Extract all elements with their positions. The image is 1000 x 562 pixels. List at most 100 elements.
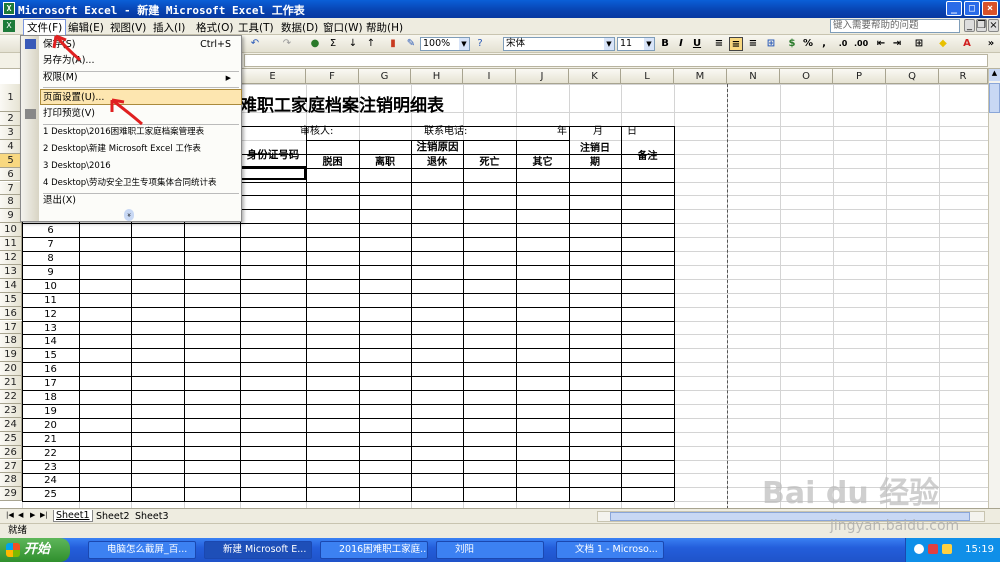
row-header[interactable]: 7 <box>0 181 22 196</box>
menu-window[interactable]: 窗口(W) <box>323 20 363 35</box>
doc-close-button[interactable]: × <box>988 19 999 32</box>
menu-tools[interactable]: 工具(T) <box>238 20 274 35</box>
menu-help[interactable]: 帮助(H) <box>366 20 403 35</box>
vertical-scrollbar[interactable]: ▲ <box>988 69 1000 508</box>
prev-sheet-icon[interactable]: ◀ <box>16 511 25 519</box>
row-header[interactable]: 9 <box>0 209 22 224</box>
font-name-select[interactable]: 宋体 ▼ <box>503 37 615 51</box>
row-header[interactable]: 25 <box>0 431 22 446</box>
font-color-icon[interactable]: A <box>960 37 974 51</box>
row-header[interactable]: 6 <box>0 167 22 182</box>
task-word[interactable]: 文档 1 - Microso... <box>556 541 664 559</box>
column-header[interactable]: N <box>727 69 780 84</box>
italic-button[interactable]: I <box>674 37 688 51</box>
decrease-indent-icon[interactable]: ⇤ <box>874 37 888 51</box>
merge-center-icon[interactable]: ⊞ <box>764 37 778 51</box>
increase-indent-icon[interactable]: ⇥ <box>890 37 904 51</box>
excel-app-icon[interactable]: X <box>3 2 15 15</box>
row-header[interactable]: 2 <box>0 112 22 126</box>
align-center-icon[interactable]: ≡ <box>729 37 743 51</box>
row-header[interactable]: 16 <box>0 306 22 321</box>
row-header[interactable]: 24 <box>0 417 22 432</box>
sort-ascending-icon[interactable]: ↓ <box>346 37 360 51</box>
help-search-input[interactable]: 键入需要帮助的问题 <box>830 19 960 33</box>
row-header[interactable]: 20 <box>0 362 22 377</box>
task-browser[interactable]: 电脑怎么截屏_百... <box>88 541 196 559</box>
menu-data[interactable]: 数据(D) <box>281 20 318 35</box>
row-header[interactable]: 28 <box>0 473 22 488</box>
row-header[interactable]: 3 <box>0 125 22 140</box>
menu-item-recent-3[interactable]: 3 Desktop\2016 <box>41 158 241 174</box>
workbook-icon[interactable]: X <box>3 20 15 32</box>
decrease-decimal-icon[interactable]: .00 <box>854 37 868 51</box>
percent-button[interactable]: % <box>801 37 815 51</box>
font-size-select[interactable]: 11 ▼ <box>617 37 655 51</box>
row-header[interactable]: 15 <box>0 292 22 307</box>
row-header[interactable]: 12 <box>0 251 22 265</box>
row-header[interactable]: 18 <box>0 334 22 349</box>
task-folder[interactable]: 刘阳 <box>436 541 544 559</box>
minimize-button[interactable]: _ <box>946 1 962 16</box>
row-header[interactable]: 21 <box>0 376 22 390</box>
drawing-icon[interactable]: ✎ <box>404 37 418 51</box>
row-header[interactable]: 10 <box>0 223 22 238</box>
last-sheet-icon[interactable]: ▶| <box>38 511 50 519</box>
tab-sheet3[interactable]: Sheet3 <box>133 511 171 522</box>
task-excel-2016[interactable]: 2016困难职工家庭... <box>320 541 428 559</box>
tab-sheet2[interactable]: Sheet2 <box>94 511 132 522</box>
row-header[interactable]: 8 <box>0 195 22 210</box>
task-excel-new[interactable]: 新建 Microsoft E... <box>204 541 312 559</box>
column-header[interactable]: E <box>240 69 306 84</box>
row-header[interactable]: 27 <box>0 459 22 474</box>
column-header[interactable]: L <box>621 69 674 84</box>
bold-button[interactable]: B <box>658 37 672 51</box>
menu-insert[interactable]: 插入(I) <box>153 20 185 35</box>
row-header[interactable]: 5 <box>0 153 22 168</box>
start-button[interactable]: 开始 <box>0 538 70 562</box>
doc-minimize-button[interactable]: _ <box>964 19 975 32</box>
expand-menu-icon[interactable]: » <box>124 209 134 221</box>
tab-sheet1[interactable]: Sheet1 <box>53 510 93 522</box>
zoom-select[interactable]: 100% ▼ <box>420 37 470 51</box>
column-header[interactable]: Q <box>886 69 939 84</box>
scroll-up-icon[interactable]: ▲ <box>989 69 1000 81</box>
row-header[interactable]: 13 <box>0 264 22 279</box>
column-header[interactable]: H <box>411 69 463 84</box>
align-right-icon[interactable]: ≡ <box>746 37 760 51</box>
row-header[interactable]: 4 <box>0 139 22 154</box>
row-header[interactable]: 22 <box>0 390 22 404</box>
active-cell[interactable] <box>240 166 306 180</box>
menu-item-exit[interactable]: 退出(X) <box>41 193 241 209</box>
toolbar-options-icon[interactable]: » <box>984 37 998 51</box>
row-header[interactable]: 11 <box>0 237 22 251</box>
network-icon[interactable] <box>914 544 924 554</box>
column-header[interactable]: J <box>516 69 569 84</box>
menu-item-recent-2[interactable]: 2 Desktop\新建 Microsoft Excel 工作表 <box>41 141 241 157</box>
undo-icon[interactable]: ↶ <box>248 37 262 51</box>
column-header[interactable]: K <box>569 69 621 84</box>
borders-icon[interactable]: ⊞ <box>912 37 926 51</box>
column-header[interactable]: I <box>463 69 516 84</box>
help-icon[interactable]: ? <box>474 37 486 51</box>
sort-descending-icon[interactable]: ↑ <box>364 37 378 51</box>
autosum-icon[interactable]: Σ <box>326 37 340 51</box>
security-icon[interactable] <box>928 544 938 554</box>
fill-color-icon[interactable]: ◆ <box>936 37 950 51</box>
column-header[interactable]: M <box>674 69 727 84</box>
row-header[interactable]: 29 <box>0 487 22 502</box>
menu-format[interactable]: 格式(O) <box>196 20 233 35</box>
column-header[interactable]: P <box>833 69 886 84</box>
close-button[interactable]: × <box>982 1 998 16</box>
underline-button[interactable]: U <box>690 37 704 51</box>
currency-icon[interactable]: $ <box>785 37 799 51</box>
column-header[interactable]: F <box>306 69 359 84</box>
maximize-button[interactable]: □ <box>964 1 980 16</box>
menu-item-recent-4[interactable]: 4 Desktop\劳动安全卫生专项集体合同统计表 <box>41 175 241 191</box>
row-header[interactable]: 23 <box>0 403 22 418</box>
align-left-icon[interactable]: ≡ <box>712 37 726 51</box>
column-header[interactable]: O <box>780 69 833 84</box>
formula-input[interactable] <box>244 54 988 67</box>
volume-icon[interactable] <box>942 544 952 554</box>
menu-item-permission[interactable]: 权限(M) ▶ <box>41 70 241 86</box>
redo-icon[interactable]: ↷ <box>280 37 294 51</box>
